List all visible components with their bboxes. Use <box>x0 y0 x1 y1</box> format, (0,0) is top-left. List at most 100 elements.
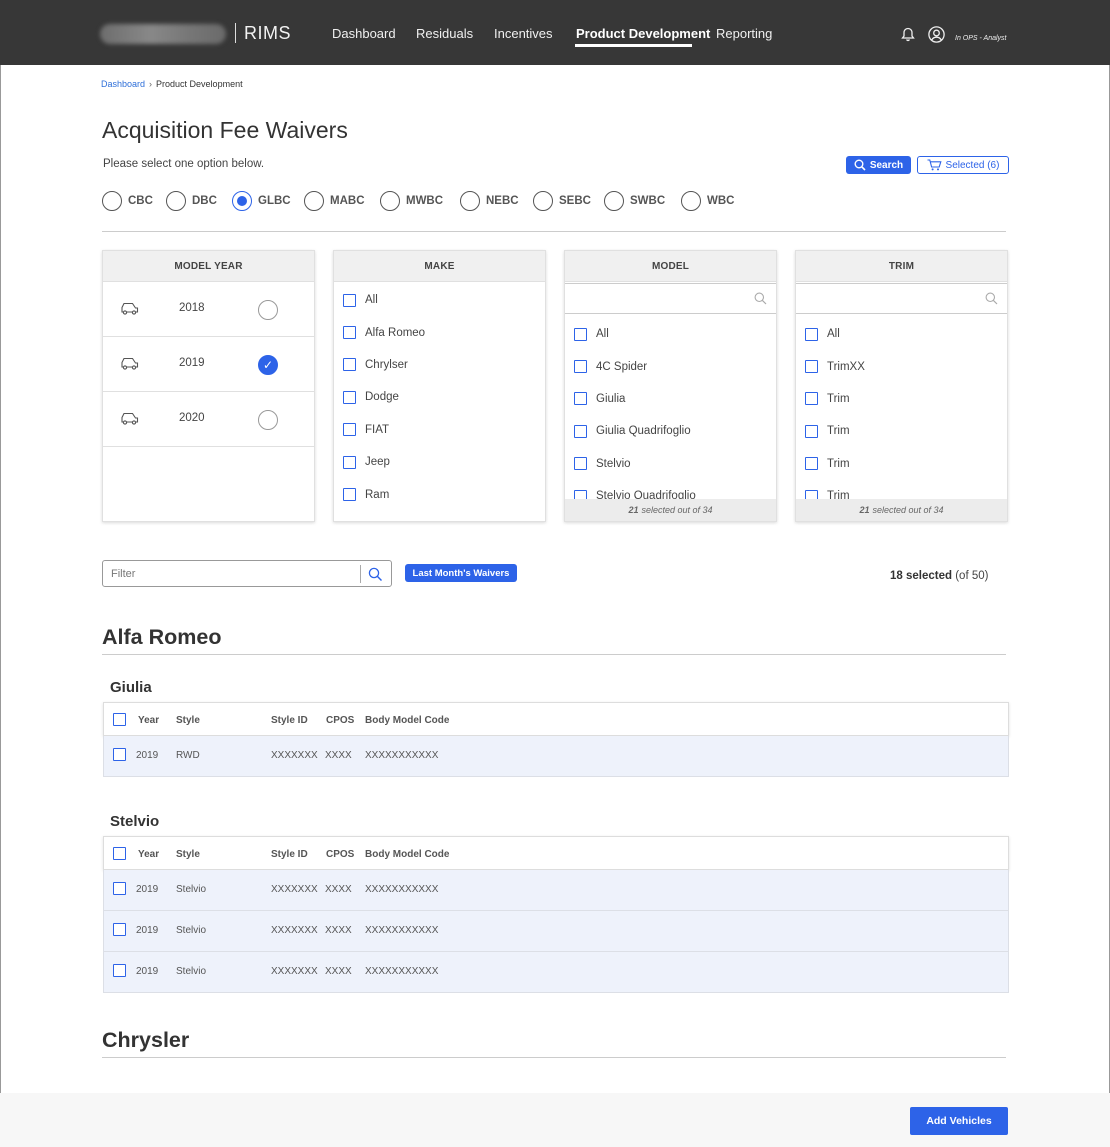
trim-option[interactable]: Trim <box>796 415 1007 447</box>
select-all-checkbox[interactable] <box>113 713 126 726</box>
table-row[interactable]: 2019 Stelvio XXXXXXX XXXX XXXXXXXXXXX <box>103 911 1009 952</box>
model-year-row[interactable]: 2020 <box>103 392 314 447</box>
checkbox[interactable] <box>343 390 356 404</box>
model-year-row[interactable]: 2018 <box>103 282 314 337</box>
user-icon[interactable] <box>928 26 945 43</box>
table-row[interactable]: 2019 Stelvio XXXXXXX XXXX XXXXXXXXXXX <box>103 870 1009 911</box>
trim-list[interactable]: All TrimXX Trim Trim Trim Trim <box>796 314 1007 500</box>
selected-button-label: Selected (6) <box>945 159 1000 171</box>
table-row[interactable]: 2019 RWD XXXXXXX XXXX XXXXXXXXXXX <box>103 736 1009 777</box>
radio-label: WBC <box>707 195 735 207</box>
make-option[interactable]: Alfa Romeo <box>334 316 545 348</box>
nav-reporting[interactable]: Reporting <box>716 26 772 41</box>
row-checkbox[interactable] <box>113 923 126 936</box>
radio-mabc[interactable]: MABC <box>304 191 365 211</box>
nav-dashboard[interactable]: Dashboard <box>332 26 396 41</box>
radio-sebc[interactable]: SEBC <box>533 191 591 211</box>
checkbox[interactable] <box>805 392 818 406</box>
cell-style-id: XXXXXXX <box>271 925 318 936</box>
trim-option[interactable]: All <box>796 318 1007 350</box>
make-option[interactable]: All <box>334 284 545 316</box>
cell-year: 2019 <box>136 925 159 936</box>
nav-product-development[interactable]: Product Development <box>576 26 710 41</box>
nav-incentives[interactable]: Incentives <box>494 26 553 41</box>
selected-cart-button[interactable]: Selected (6) <box>917 156 1009 174</box>
row-checkbox[interactable] <box>113 748 126 761</box>
checkbox[interactable] <box>343 423 356 437</box>
model-year-row[interactable]: 2019 ✓ <box>103 337 314 392</box>
radio-swbc[interactable]: SWBC <box>604 191 665 211</box>
model-list[interactable]: All 4C Spider Giulia Giulia Quadrifoglio… <box>565 314 776 500</box>
make-option[interactable]: Ram <box>334 478 545 510</box>
checkbox[interactable] <box>805 424 818 438</box>
last-months-waivers-button[interactable]: Last Month's Waivers <box>405 564 517 582</box>
trim-search-input[interactable] <box>796 283 1007 314</box>
car-icon <box>121 302 139 315</box>
radio-label: SWBC <box>630 195 666 207</box>
model-option[interactable]: Stelvio Quadrifoglio <box>565 480 776 500</box>
make-option[interactable]: Dodge <box>334 381 545 413</box>
bell-icon[interactable] <box>901 27 915 42</box>
model-year-radio[interactable] <box>258 410 278 430</box>
radio-glbc[interactable]: GLBC <box>232 191 291 211</box>
radio-nebc[interactable]: NEBC <box>460 191 519 211</box>
row-checkbox[interactable] <box>113 964 126 977</box>
trim-option[interactable]: Trim <box>796 383 1007 415</box>
model-heading: Stelvio <box>110 813 160 830</box>
radio-mwbc[interactable]: MWBC <box>380 191 443 211</box>
search-button[interactable]: Search <box>846 156 911 174</box>
radio-dbc[interactable]: DBC <box>166 191 217 211</box>
trim-option[interactable]: Trim <box>796 480 1007 500</box>
breadcrumb-dashboard[interactable]: Dashboard <box>101 79 145 89</box>
add-vehicles-button[interactable]: Add Vehicles <box>910 1107 1008 1135</box>
col-cpos: CPOS <box>326 715 355 726</box>
checkmark-icon[interactable]: ✓ <box>258 355 278 375</box>
make-option[interactable]: Chrylser <box>334 349 545 381</box>
car-icon <box>121 412 139 425</box>
checkbox[interactable] <box>805 327 818 341</box>
trim-option[interactable]: Trim <box>796 448 1007 480</box>
checkbox[interactable] <box>574 457 587 471</box>
model-option[interactable]: Giulia <box>565 383 776 415</box>
make-option[interactable]: FIAT <box>334 414 545 446</box>
checkbox[interactable] <box>343 358 356 372</box>
checkbox[interactable] <box>343 326 356 340</box>
checkbox[interactable] <box>805 457 818 471</box>
make-option[interactable]: Jeep <box>334 446 545 478</box>
radio-wbc[interactable]: WBC <box>681 191 734 211</box>
checkbox[interactable] <box>343 488 356 502</box>
select-all-checkbox[interactable] <box>113 847 126 860</box>
nav-residuals[interactable]: Residuals <box>416 26 473 41</box>
checkbox[interactable] <box>574 392 587 406</box>
model-option-label: All <box>596 328 609 341</box>
checkbox[interactable] <box>343 455 356 469</box>
radio-cbc[interactable]: CBC <box>102 191 153 211</box>
cell-body-model-code: XXXXXXXXXXX <box>365 966 439 977</box>
radio-label: SEBC <box>559 195 591 207</box>
model-option[interactable]: 4C Spider <box>565 350 776 382</box>
checkbox[interactable] <box>343 293 356 307</box>
search-icon[interactable] <box>368 567 383 582</box>
model-option[interactable]: Giulia Quadrifoglio <box>565 415 776 447</box>
main-content: Dashboard › Product Development Acquisitio… <box>0 65 1110 1093</box>
checkbox[interactable] <box>574 360 587 374</box>
checkbox[interactable] <box>805 360 818 374</box>
model-option[interactable]: Stelvio <box>565 448 776 480</box>
table-row[interactable]: 2019 Stelvio XXXXXXX XXXX XXXXXXXXXXX <box>103 952 1009 993</box>
model-year-radio[interactable] <box>258 300 278 320</box>
cell-style: Stelvio <box>176 925 207 936</box>
row-checkbox[interactable] <box>113 882 126 895</box>
section-divider <box>102 231 1006 232</box>
trim-option-label: TrimXX <box>827 360 865 373</box>
checkbox[interactable] <box>574 327 587 341</box>
filter-input[interactable]: Filter <box>102 560 392 587</box>
radio-circle <box>460 191 480 211</box>
cell-style-id: XXXXXXX <box>271 966 318 977</box>
model-year-value: 2018 <box>179 302 205 314</box>
trim-heading: TRIM <box>796 251 1007 282</box>
model-option[interactable]: All <box>565 318 776 350</box>
model-search-input[interactable] <box>565 283 776 314</box>
radio-circle <box>604 191 624 211</box>
trim-option[interactable]: TrimXX <box>796 350 1007 382</box>
checkbox[interactable] <box>574 424 587 438</box>
